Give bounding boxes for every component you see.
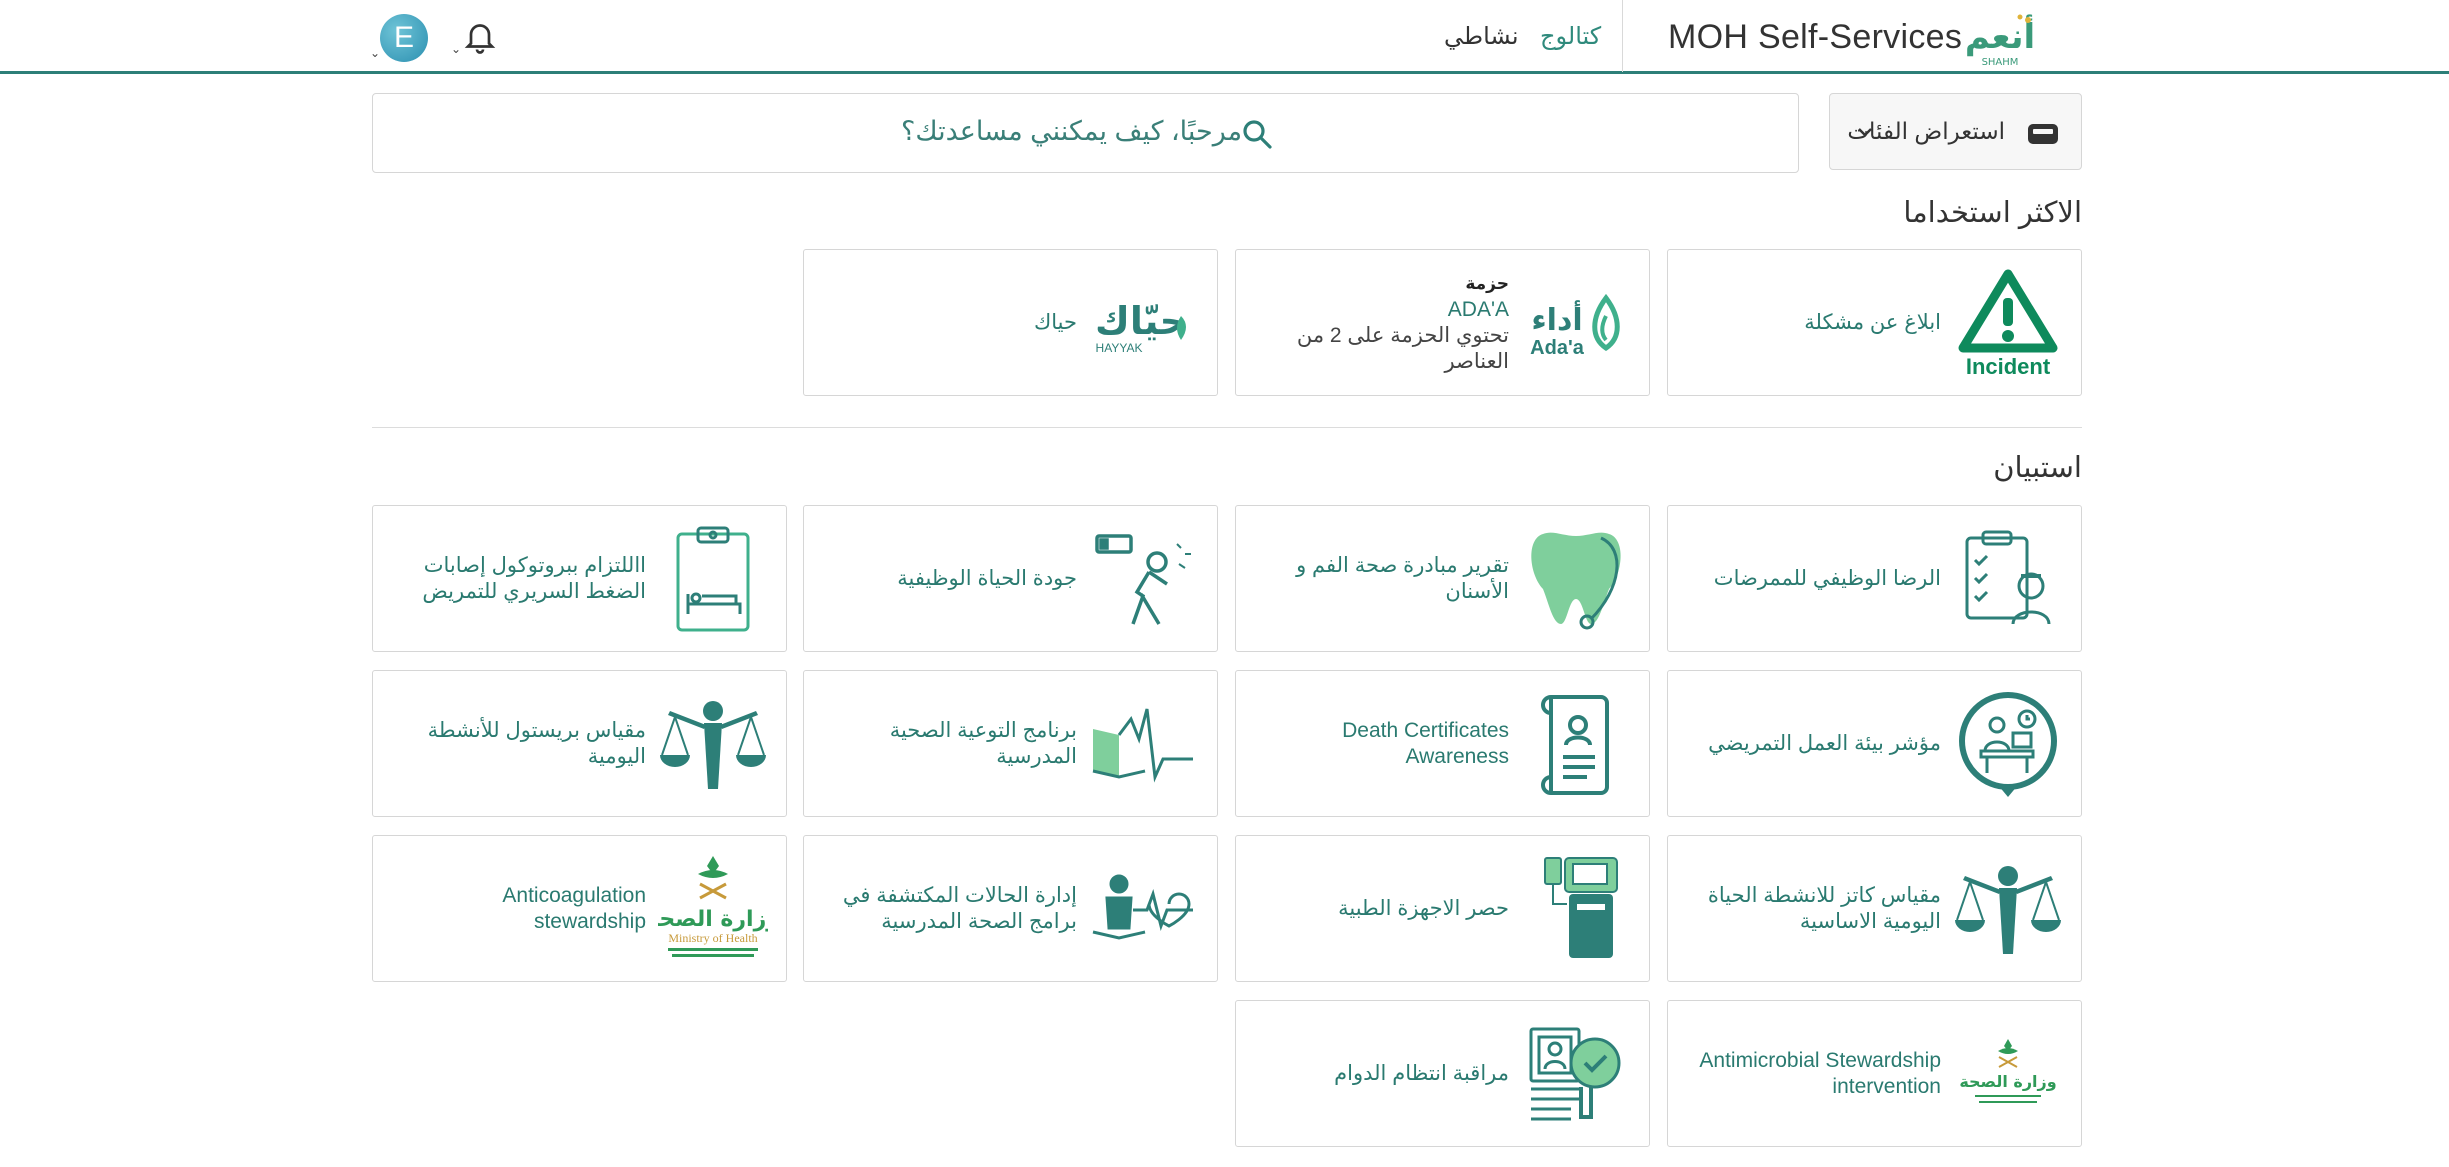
card-label: حصر الاجهزة الطبية	[1338, 896, 1509, 920]
card-label: Antimicrobial Stewardship intervention	[1699, 1048, 1941, 1098]
moh-logo-icon: وزارة الصحة Ministry of Health	[658, 856, 768, 957]
card-label: مقياس بريستول للأنشطة اليومية	[427, 718, 646, 768]
svg-text:وزارة الصحة: وزارة الصحة	[1959, 1072, 2056, 1091]
card-school-health-awareness[interactable]: برنامج التوعية الصحية المدرسية	[803, 670, 1218, 817]
card-label: برنامج التوعية الصحية المدرسية	[889, 718, 1077, 768]
card-antimicrobial-stewardship[interactable]: وزارة الصحة Antimicrobial Stewardship in…	[1667, 1000, 2082, 1147]
search-placeholder: مرحبًا، كيف يمكنني مساعدتك؟	[901, 116, 1243, 146]
card-katz-scale[interactable]: مقياس كاتز للانشطة الحياة اليومية الاساس…	[1667, 835, 2082, 982]
tired-worker-battery-icon	[1095, 534, 1191, 625]
card-label: تقرير مبادرة صحة الفم و الأسنان	[1296, 553, 1509, 603]
svg-text:أنعم: أنعم	[1965, 14, 2035, 57]
bundle-name: ADA'A	[1447, 297, 1509, 321]
shahm-logo[interactable]: أنعم SHAHM	[1958, 12, 2042, 68]
card-nurse-job-satisfaction[interactable]: الرضا الوظيفي للممرضات	[1667, 505, 2082, 652]
section-title-surveys: استبيان	[1993, 452, 2082, 484]
app-title: MOH Self-Services	[1668, 18, 1963, 56]
card-label: مؤشر بيئة العمل التمريضي	[1708, 731, 1941, 755]
card-label: مراقبة انتظام الدوام	[1334, 1061, 1509, 1085]
section-title-most-used: الاكثر استخداما	[1903, 197, 2082, 229]
card-label: جودة الحياة الوظيفية	[897, 566, 1077, 590]
svg-text:Ministry of Health: Ministry of Health	[668, 931, 757, 945]
tooth-stethoscope-icon	[1531, 532, 1621, 630]
svg-text:SHAHM: SHAHM	[1982, 57, 2019, 68]
header-divider	[1622, 0, 1623, 72]
balance-person-icon	[660, 701, 766, 789]
svg-text:أداء: أداء	[1531, 300, 1582, 338]
certificate-scroll-icon	[1541, 695, 1609, 795]
incident-warning-icon: Incident	[1958, 269, 2058, 378]
hayyak-logo-icon: حيّاك HAYYAK	[1095, 299, 1187, 355]
svg-text:Incident: Incident	[1966, 354, 2051, 378]
nurse-workstation-icon	[1959, 692, 2057, 797]
bell-icon[interactable]	[462, 18, 498, 54]
svg-text:حيّاك: حيّاك	[1095, 299, 1187, 343]
browse-categories-button[interactable]: استعراض الفئات	[1829, 93, 2082, 170]
chevron-down-icon	[1858, 128, 1872, 137]
card-oral-health-report[interactable]: تقرير مبادرة صحة الفم و الأسنان	[1235, 505, 1650, 652]
card-medical-devices-inventory[interactable]: حصر الاجهزة الطبية	[1235, 835, 1650, 982]
student-heartbeat-icon	[1092, 874, 1193, 940]
inbox-tray-icon	[2028, 124, 2058, 144]
card-attendance-monitoring[interactable]: مراقبة انتظام الدوام	[1235, 1000, 1650, 1147]
card-label: Anticoagulation stewardship	[502, 883, 646, 933]
card-label: حزمة ADA'A تحتوي الحزمة على 2 من العناصر	[1254, 271, 1509, 375]
card-adaa-bundle[interactable]: أداء Ada'a حزمة ADA'A تحتوي الحزمة على 2…	[1235, 249, 1650, 396]
chevron-down-icon[interactable]: ⌄	[370, 46, 380, 60]
card-label: مقياس كاتز للانشطة الحياة اليومية الاساس…	[1707, 883, 1941, 933]
card-label: Death Certificates Awareness	[1342, 718, 1509, 768]
card-label: االلتزام ببروتوكول إصابات الضغط السريري …	[422, 553, 646, 603]
nurse-checklist-icon	[1965, 530, 2051, 625]
medical-device-icon	[1544, 857, 1618, 958]
chevron-down-icon[interactable]: ⌄	[451, 42, 461, 56]
svg-text:HAYYAK: HAYYAK	[1096, 341, 1143, 355]
card-bristol-scale[interactable]: مقياس بريستول للأنشطة اليومية	[372, 670, 787, 817]
nav-catalog-link[interactable]: كتالوج	[1540, 22, 1601, 51]
card-label: الرضا الوظيفي للممرضات	[1713, 566, 1941, 590]
card-label: إدارة الحالات المكتشفة في برامج الصحة ال…	[842, 883, 1077, 933]
bundle-title: حزمة	[1465, 273, 1509, 293]
moh-logo-icon: وزارة الصحة	[1959, 1039, 2057, 1103]
card-death-certificates-awareness[interactable]: Death Certificates Awareness	[1235, 670, 1650, 817]
balance-person-icon	[1955, 866, 2061, 954]
attendance-magnifier-icon	[1529, 1027, 1621, 1121]
section-divider	[372, 427, 2082, 428]
search-icon[interactable]	[1241, 118, 1273, 150]
card-pressure-injury-protocol[interactable]: االلتزام ببروتوكول إصابات الضغط السريري …	[372, 505, 787, 652]
top-navigation-bar: أنعم SHAHM MOH Self-Services كتالوج نشاط…	[0, 0, 2449, 74]
user-avatar[interactable]: E	[380, 14, 428, 62]
card-label: ابلاغ عن مشكلة	[1804, 310, 1941, 334]
card-report-incident[interactable]: Incident ابلاغ عن مشكلة	[1667, 249, 2082, 396]
card-nursing-work-environment[interactable]: مؤشر بيئة العمل التمريضي	[1667, 670, 2082, 817]
svg-text:Ada'a: Ada'a	[1530, 337, 1585, 359]
book-heartbeat-icon	[1092, 708, 1193, 783]
bundle-count: تحتوي الحزمة على 2 من العناصر	[1296, 323, 1509, 373]
card-school-health-cases[interactable]: إدارة الحالات المكتشفة في برامج الصحة ال…	[803, 835, 1218, 982]
clipboard-bed-icon	[676, 526, 750, 632]
svg-text:وزارة الصحة: وزارة الصحة	[658, 907, 768, 932]
card-label: حياك	[1033, 310, 1077, 334]
nav-my-activity-link[interactable]: نشاطي	[1444, 22, 1519, 51]
card-work-life-quality[interactable]: جودة الحياة الوظيفية	[803, 505, 1218, 652]
card-anticoagulation-stewardship[interactable]: وزارة الصحة Ministry of Health Anticoagu…	[372, 835, 787, 982]
adaa-logo-icon: أداء Ada'a	[1530, 293, 1620, 359]
card-hayyak[interactable]: حيّاك HAYYAK حياك	[803, 249, 1218, 396]
search-input[interactable]: مرحبًا، كيف يمكنني مساعدتك؟	[372, 93, 1799, 173]
